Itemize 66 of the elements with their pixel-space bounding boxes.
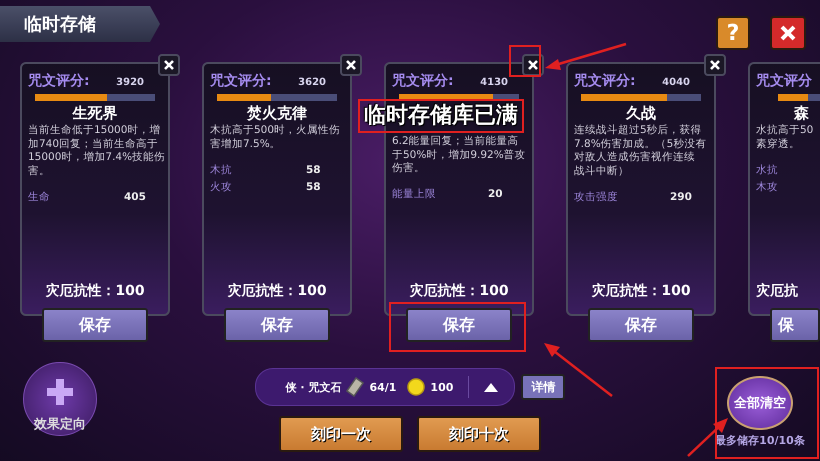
plus-icon [45,377,75,407]
score-value: 4130 [480,77,508,88]
stone-count: 64/1 [369,380,396,394]
score-value: 3920 [116,77,144,88]
annotation-box [509,45,541,77]
score-label: 咒文评分: [574,72,636,90]
stat-value: 20 [488,188,503,200]
rune-description: 6.2能量回复；当前能量高 于50%时，增加9.92%普攻 伤害。 [392,135,526,176]
score-value: 4040 [662,77,690,88]
annotation-arrow [544,343,613,397]
stat-label: 木抗 [210,162,233,176]
rune-description: 连续战斗超过5秒后，获得 7.8%伤害加成。（5秒没有 对敌人造成伤害视作连续 战斗中断） [574,124,708,178]
score-label: 咒文评分: [28,72,90,90]
score-label: 咒文评分 [756,72,812,90]
stone-icon [346,377,364,397]
close-icon [710,60,720,70]
save-button[interactable]: 保存 [588,308,694,342]
close-button[interactable] [340,54,362,76]
rune-name: 久战 [624,104,657,124]
rune-name: 生死界 [71,104,118,124]
resist-value: 灾厄抗 [756,282,799,300]
close-icon [779,24,797,42]
resist-value: 灾厄抗性：100 [44,282,146,300]
close-icon [528,60,538,70]
stat-label: 木攻 [756,180,779,194]
help-button[interactable]: ? [716,16,750,50]
stat-label: 攻击强度 [574,190,619,204]
storage-full-notice: 临时存储库已满 [358,99,524,133]
score-label: 咒文评分: [392,72,454,90]
save-button[interactable]: 保存 [42,308,148,342]
coin-count: 100 [430,380,454,394]
engrave-button[interactable]: 刻印十次 [417,416,541,452]
save-button[interactable]: 保存 [406,308,512,342]
score-label: 咒文评分: [210,72,272,90]
save-button[interactable]: 保 [770,308,820,342]
stat-label: 水抗 [756,162,779,176]
stat-value: 58 [306,180,321,192]
coin-icon [407,378,426,396]
rune-description: 当前生命低于15000时，增 加740回复；当前生命高于 15000时，增加7.4%技能伤 害。 [28,124,162,178]
engrave-button[interactable]: 刻印一次 [279,416,403,452]
stat-label: 能量上限 [392,187,437,201]
score-value: 3620 [298,77,326,88]
save-button[interactable]: 保存 [224,308,330,342]
stat-value: 290 [670,190,692,202]
close-icon [346,60,356,70]
rune-name: 森 [792,104,810,124]
effect-button[interactable]: 效果定向 [23,362,97,436]
details-button[interactable]: 详情 [521,374,566,400]
stat-value: 405 [124,190,146,202]
stat-label: 生命 [28,190,51,204]
close-button[interactable] [704,54,726,76]
close-button[interactable] [770,16,806,50]
caret-icon[interactable] [484,382,498,392]
resist-value: 灾厄抗性：100 [226,282,328,300]
effect-label: 效果定向 [34,416,86,433]
close-icon [164,60,174,70]
resist-value: 灾厄抗性：100 [408,282,510,300]
rune-description: 水抗高于50 素穿透。 [756,124,814,151]
close-button[interactable] [158,54,180,76]
resist-value: 灾厄抗性：100 [590,282,692,300]
stat-label: 火攻 [210,180,233,194]
rune-name: 焚火克律 [246,104,308,124]
currency-name: 侠 · 咒文石 [286,380,342,394]
stat-value: 58 [306,164,321,176]
clear-all-button[interactable]: 全部清空 [727,376,793,430]
rune-description: 木抗高于500时，火属性伤 害增加7.5%。 [210,124,342,151]
